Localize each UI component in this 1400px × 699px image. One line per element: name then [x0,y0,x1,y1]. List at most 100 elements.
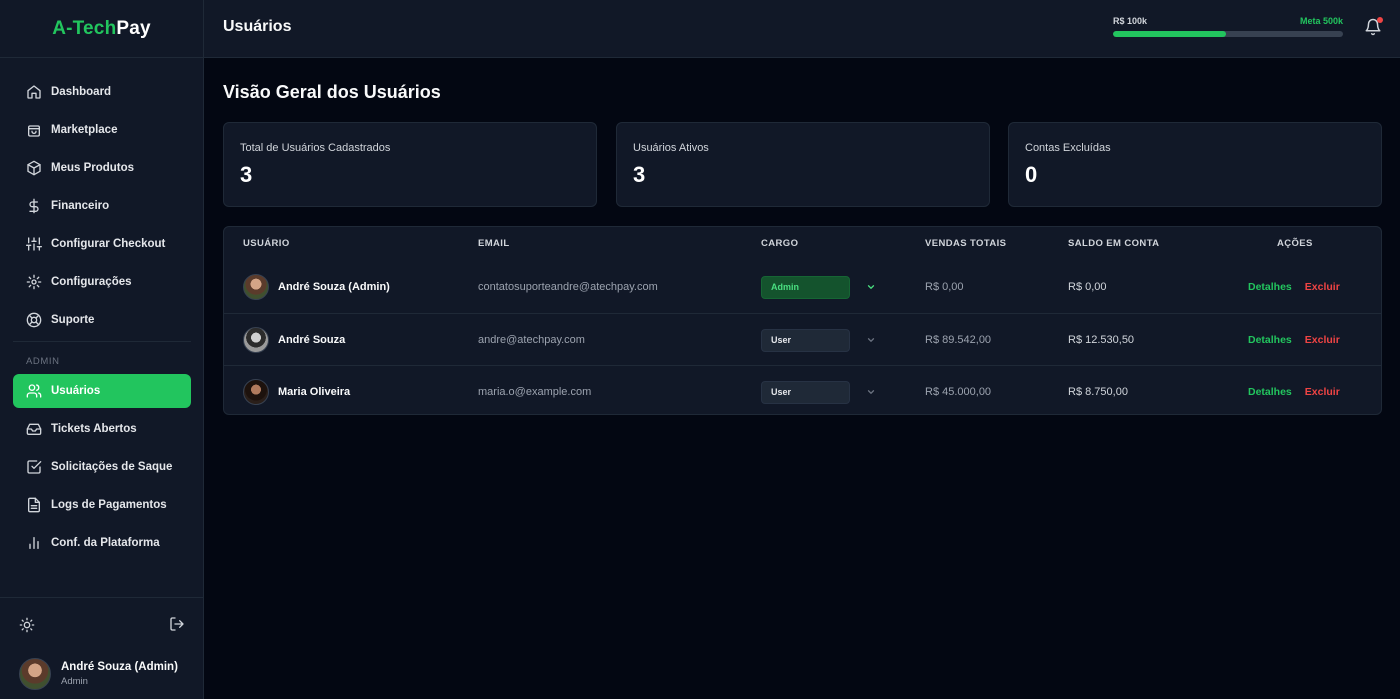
stat-value: 3 [633,162,646,187]
brand-logo[interactable]: A-Tech Pay [0,0,203,58]
sidebar-item-label: Configurações [51,276,132,288]
stat-value: 0 [1025,162,1038,187]
chevron-down-icon[interactable] [866,335,876,345]
sidebar-item-label: Dashboard [51,86,112,98]
user-profile[interactable]: André Souza (Admin) Admin [19,658,178,690]
gear-icon [26,274,42,290]
sidebar-item-marketplace[interactable]: Marketplace [13,113,191,147]
column-header-total-sales: VENDAS TOTAIS [925,238,1007,249]
logout-icon[interactable] [169,616,185,632]
delete-link[interactable]: Excluir [1305,386,1340,398]
sidebar-item-label: Suporte [51,314,95,326]
stat-label: Contas Excluídas [1025,142,1111,154]
progress-track [1113,31,1343,37]
stat-card-deleted-accounts: Contas Excluídas 0 [1008,122,1382,207]
column-header-user: USUÁRIO [243,238,290,249]
column-header-role: CARGO [761,238,799,249]
sidebar-footer: André Souza (Admin) Admin [0,597,204,699]
profile-role: Admin [61,676,88,687]
sidebar-item-configurar-checkout[interactable]: Configurar Checkout [13,227,191,261]
chevron-down-icon[interactable] [866,282,876,292]
sidebar-item-financeiro[interactable]: Financeiro [13,189,191,223]
role-select-value: User [771,335,792,345]
user-email: andre@atechpay.com [478,334,585,346]
details-link[interactable]: Detalhes [1248,386,1292,398]
stat-card-total-users: Total de Usuários Cadastrados 3 [223,122,597,207]
sidebar-item-conf-da-plataforma[interactable]: Conf. da Plataforma [13,526,191,560]
file-icon [28,497,40,513]
page-title: Usuários [223,18,292,35]
main-content: Visão Geral dos Usuários Total de Usuári… [204,58,1400,699]
column-header-actions: AÇÕES [1277,238,1313,249]
progress-fill [1113,31,1226,37]
total-sales: R$ 89.542,00 [925,334,992,346]
progress-current-label: R$ 100k [1113,16,1148,26]
brand-logo-part2: Pay [116,17,151,39]
sidebar-item-label: Conf. da Plataforma [51,537,160,549]
sidebar-item-tickets-abertos[interactable]: Tickets Abertos [13,412,191,446]
users-icon [26,384,42,398]
inbox-icon [26,423,42,435]
notification-dot [1377,17,1383,23]
actions-cell: Detalhes Excluir [1248,261,1340,313]
role-cell: Admin [761,261,876,313]
sidebar-item-solicitacoes-de-saque[interactable]: Solicitações de Saque [13,450,191,484]
top-bar: Usuários R$ 100k Meta 500k [204,0,1400,58]
account-balance: R$ 12.530,50 [1068,334,1135,346]
sidebar-item-label: Usuários [51,385,101,397]
column-header-balance: SALDO EM CONTA [1068,238,1160,249]
users-table: USUÁRIO EMAIL CARGO VENDAS TOTAIS SALDO … [223,226,1382,415]
avatar [19,658,51,690]
delete-link[interactable]: Excluir [1305,281,1340,293]
sidebar-item-label: Configurar Checkout [51,238,166,250]
account-balance: R$ 8.750,00 [1068,386,1128,398]
role-select[interactable]: User [761,328,850,352]
sidebar-item-suporte[interactable]: Suporte [13,303,191,337]
avatar [243,379,269,405]
chevron-down-icon[interactable] [866,387,876,397]
box-icon [27,160,41,176]
sidebar-item-label: Meus Produtos [51,162,135,174]
sidebar-item-usuarios[interactable]: Usuários [13,374,191,408]
progress-goal-label: Meta 500k [1299,16,1343,26]
details-link[interactable]: Detalhes [1248,281,1292,293]
sliders-icon [26,237,42,251]
sun-icon[interactable] [19,617,35,633]
total-sales: R$ 0,00 [925,281,964,293]
stat-label: Total de Usuários Cadastrados [240,142,391,154]
sidebar-nav: Dashboard Marketplace Meus Produtos Fina… [0,58,203,560]
total-sales: R$ 45.000,00 [925,386,992,398]
stat-card-active-users: Usuários Ativos 3 [616,122,990,207]
revenue-goal-progress: R$ 100k Meta 500k [1113,16,1343,37]
shopping-bag-icon [28,125,40,137]
checkbox-icon [27,460,42,474]
actions-cell: Detalhes Excluir [1248,366,1340,414]
delete-link[interactable]: Excluir [1305,334,1340,346]
sidebar-item-logs-de-pagamentos[interactable]: Logs de Pagamentos [13,488,191,522]
sidebar-item-label: Logs de Pagamentos [51,499,167,511]
user-name: André Souza (Admin) [278,281,390,293]
dollar-icon [29,198,39,214]
role-cell: User [761,314,876,366]
account-balance: R$ 0,00 [1068,281,1107,293]
sidebar-item-label: Marketplace [51,124,118,136]
sidebar-item-dashboard[interactable]: Dashboard [13,75,191,109]
stat-value: 3 [240,162,253,187]
role-select[interactable]: User [761,380,850,404]
sidebar-item-label: Solicitações de Saque [51,461,173,473]
user-email: contatosuporteandre@atechpay.com [478,281,658,293]
table-header: USUÁRIO EMAIL CARGO VENDAS TOTAIS SALDO … [224,227,1381,261]
user-email: maria.o@example.com [478,386,592,398]
section-heading: Visão Geral dos Usuários [223,82,441,102]
details-link[interactable]: Detalhes [1248,334,1292,346]
sidebar-item-configuracoes[interactable]: Configurações [13,265,191,299]
user-cell: André Souza [243,314,345,366]
sidebar-section-admin: ADMIN [26,356,60,367]
user-cell: Maria Oliveira [243,366,350,414]
sidebar-item-meus-produtos[interactable]: Meus Produtos [13,151,191,185]
actions-cell: Detalhes Excluir [1248,314,1340,366]
table-row: André Souza andre@atechpay.com User R$ 8… [224,313,1381,365]
role-select[interactable]: Admin [761,275,850,299]
profile-name: André Souza (Admin) [61,661,178,673]
table-row: Maria Oliveira maria.o@example.com User … [224,365,1381,414]
